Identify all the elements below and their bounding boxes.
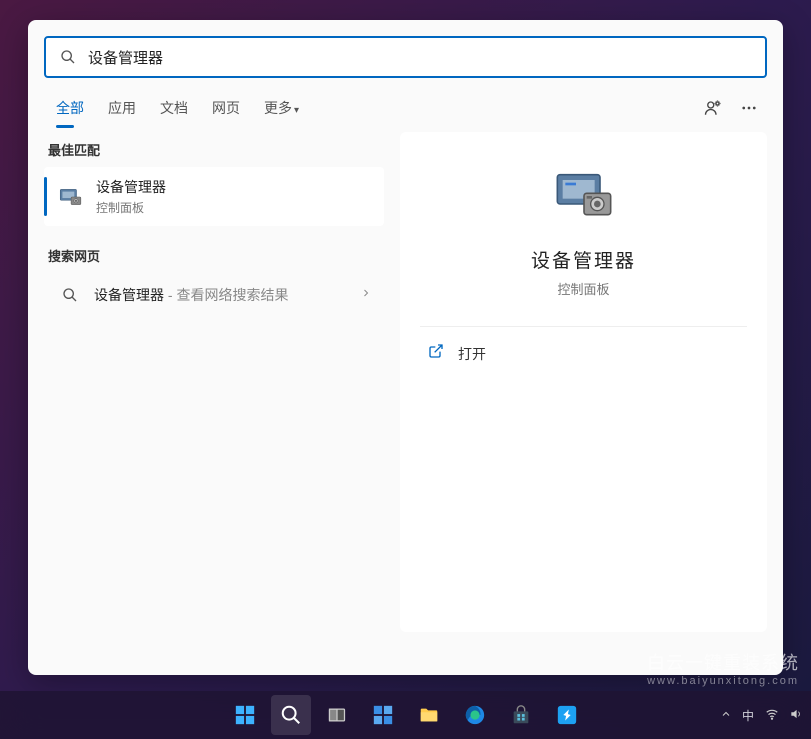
account-icon[interactable] — [695, 90, 731, 126]
detail-title: 设备管理器 — [400, 246, 767, 273]
tab-apps[interactable]: 应用 — [96, 90, 148, 126]
result-title: 设备管理器 — [96, 177, 372, 197]
result-device-manager[interactable]: 设备管理器 控制面板 — [44, 167, 384, 226]
action-open[interactable]: 打开 — [400, 327, 767, 380]
chevron-down-icon: ▾ — [294, 105, 299, 116]
ime-indicator[interactable]: 中 — [742, 707, 755, 724]
widgets[interactable] — [363, 695, 403, 735]
tab-all[interactable]: 全部 — [44, 90, 96, 126]
wifi-icon[interactable] — [765, 707, 779, 724]
result-subtitle: 控制面板 — [96, 199, 372, 216]
open-external-icon — [428, 343, 444, 364]
taskbar-search[interactable] — [271, 695, 311, 735]
tray-chevron-icon[interactable] — [720, 708, 732, 723]
search-box[interactable] — [44, 36, 767, 78]
search-icon — [56, 287, 84, 303]
results-column: 最佳匹配 设备管理器 控制面板 搜索网页 — [44, 132, 384, 632]
search-icon — [60, 49, 76, 65]
file-explorer[interactable] — [409, 695, 449, 735]
search-input[interactable] — [88, 49, 751, 66]
start-button[interactable] — [225, 695, 265, 735]
tab-web[interactable]: 网页 — [200, 90, 252, 126]
edge-browser[interactable] — [455, 695, 495, 735]
section-search-web: 搜索网页 — [44, 238, 384, 273]
tab-docs[interactable]: 文档 — [148, 90, 200, 126]
search-panel: 全部 应用 文档 网页 更多▾ 最佳匹配 — [28, 20, 783, 675]
tab-more[interactable]: 更多▾ — [252, 90, 311, 126]
detail-subtitle: 控制面板 — [400, 279, 767, 298]
detail-device-manager-icon — [552, 164, 616, 228]
device-manager-icon — [56, 183, 84, 211]
action-open-label: 打开 — [458, 344, 486, 364]
volume-icon[interactable] — [789, 707, 803, 724]
web-search-result[interactable]: 设备管理器 - 查看网络搜索结果 — [44, 273, 384, 317]
web-suffix: - 查看网络搜索结果 — [164, 287, 288, 303]
more-options-icon[interactable] — [731, 90, 767, 126]
chevron-right-icon — [360, 286, 372, 304]
filter-tabs: 全部 应用 文档 网页 更多▾ — [28, 84, 783, 132]
web-term: 设备管理器 — [94, 287, 164, 303]
task-view[interactable] — [317, 695, 357, 735]
detail-panel: 设备管理器 控制面板 打开 — [400, 132, 767, 632]
taskbar: 中 — [0, 691, 811, 739]
section-best-match: 最佳匹配 — [44, 132, 384, 167]
system-tray[interactable]: 中 — [720, 691, 803, 739]
pinned-app[interactable] — [547, 695, 587, 735]
microsoft-store[interactable] — [501, 695, 541, 735]
